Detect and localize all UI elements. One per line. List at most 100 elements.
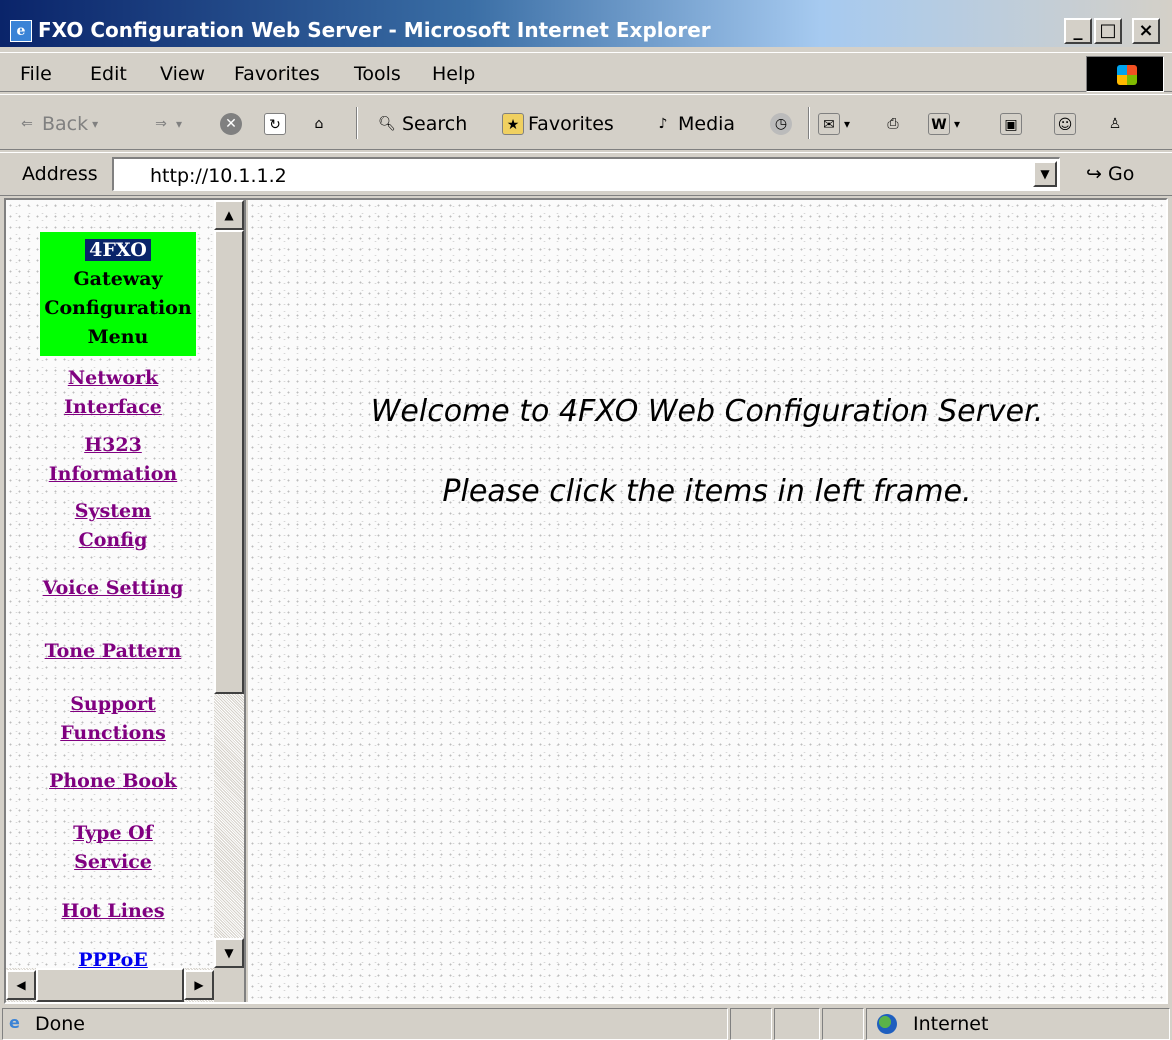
window-title: FXO Configuration Web Server - Microsoft… [38, 18, 711, 42]
status-text: Done [35, 1013, 85, 1035]
nav-link-label: Network [67, 367, 159, 389]
scrollbar-corner [214, 968, 244, 1002]
nav-link-label: H323 [84, 434, 142, 456]
user-icon: ♙ [1108, 116, 1122, 132]
address-bar: Address http://10.1.1.2 ▼ ↪ Go [0, 152, 1172, 196]
stop-icon: ✕ [220, 113, 242, 135]
status-pane [774, 1008, 820, 1040]
nav-system-config[interactable]: System Config [6, 497, 220, 555]
address-dropdown-button[interactable]: ▼ [1033, 161, 1057, 187]
go-label: Go [1107, 163, 1135, 185]
title-bar[interactable]: e FXO Configuration Web Server - Microso… [0, 0, 1172, 48]
mail-button[interactable]: ✉ ▾ [818, 111, 850, 137]
menu-header: 4FXO Gateway Configuration Menu [40, 232, 196, 356]
zone-label: Internet [913, 1013, 989, 1035]
search-label: Search [402, 113, 468, 135]
print-button[interactable]: ⎙ [882, 111, 904, 137]
favorites-folder-icon: ★ [502, 113, 524, 135]
nav-tone-pattern[interactable]: Tone Pattern [6, 637, 220, 666]
edit-button[interactable]: W ▾ [928, 111, 960, 137]
main-frame: Welcome to 4FXO Web Configuration Server… [248, 200, 1166, 1002]
left-frame-horizontal-scrollbar[interactable]: ◀ ▶ [6, 968, 214, 1002]
nav-voice-setting[interactable]: Voice Setting [6, 574, 220, 603]
nav-link-label: Support [70, 693, 156, 715]
back-button[interactable]: ⇐ Back ▾ [16, 111, 98, 137]
left-frame-vertical-scrollbar[interactable]: ▲ ▼ [214, 200, 244, 968]
menu-bar: File Edit View Favorites Tools Help [0, 52, 1172, 92]
mail-dropdown-icon: ▾ [844, 117, 851, 131]
nav-h323-information[interactable]: H323 Information [6, 431, 220, 489]
refresh-button[interactable]: ↻ [264, 111, 286, 137]
security-zone-pane: Internet [866, 1008, 1170, 1040]
forward-button[interactable]: ⇒ ▾ [150, 111, 182, 137]
menu-favorites[interactable]: Favorites [234, 63, 320, 85]
status-text-pane: e Done [2, 1008, 728, 1040]
nav-support-functions[interactable]: Support Functions [6, 690, 220, 748]
nav-hot-lines[interactable]: Hot Lines [6, 897, 220, 926]
discuss-icon: ▣ [1000, 113, 1022, 135]
home-button[interactable]: ⌂ [308, 111, 330, 137]
nav-link-label: Voice Setting [42, 577, 184, 599]
welcome-heading: Welcome to 4FXO Web Configuration Server… [370, 394, 1044, 429]
status-pane [730, 1008, 772, 1040]
address-input[interactable]: http://10.1.1.2 ▼ [112, 157, 1060, 191]
back-dropdown-icon: ▾ [92, 117, 99, 131]
favorites-label: Favorites [528, 113, 614, 135]
scroll-left-button[interactable]: ◀ [6, 970, 36, 1000]
go-arrow-icon: ↪ [1086, 163, 1102, 185]
nav-network-interface[interactable]: Network Interface [6, 364, 220, 422]
windows-logo-icon [1086, 56, 1164, 92]
home-icon: ⌂ [314, 116, 324, 132]
back-label: Back [42, 113, 89, 135]
nav-link-label: Hot Lines [61, 900, 165, 922]
scroll-down-button[interactable]: ▼ [214, 938, 244, 968]
back-arrow-icon: ⇐ [21, 116, 33, 132]
edit-dropdown-icon: ▾ [954, 117, 961, 131]
status-pane [822, 1008, 864, 1040]
discuss-button[interactable]: ▣ [1000, 111, 1022, 137]
media-label: Media [678, 113, 736, 135]
search-button[interactable]: 🔍︎ Search [376, 111, 467, 137]
content-frames: 4FXO Gateway Configuration Menu Network … [4, 198, 1168, 1004]
refresh-icon: ↻ [264, 113, 286, 135]
scroll-up-button[interactable]: ▲ [214, 200, 244, 230]
nav-link-label: Interface [64, 396, 162, 418]
nav-link-label: Phone Book [49, 770, 177, 792]
stop-button[interactable]: ✕ [220, 111, 242, 137]
maximize-button[interactable]: □ [1094, 18, 1122, 44]
menu-header-line: Gateway [73, 268, 163, 290]
minimize-button[interactable]: _ [1064, 18, 1092, 44]
nav-phone-book[interactable]: Phone Book [6, 767, 220, 796]
menu-file[interactable]: File [20, 63, 52, 85]
status-bar: e Done Internet [0, 1006, 1172, 1040]
nav-type-of-service[interactable]: Type Of Service [6, 819, 220, 877]
menu-view[interactable]: View [160, 63, 205, 85]
close-button[interactable]: × [1132, 18, 1160, 44]
nav-link-label: Type Of [73, 822, 153, 844]
menu-edit[interactable]: Edit [90, 63, 127, 85]
left-frame[interactable]: 4FXO Gateway Configuration Menu Network … [6, 200, 246, 1002]
search-icon: 🔍︎ [378, 116, 396, 132]
messenger-button[interactable]: ☺ [1054, 111, 1076, 137]
standard-toolbar: ⇐ Back ▾ ⇒ ▾ ✕ ↻ ⌂ 🔍︎ Search ★ Favorites… [0, 94, 1172, 150]
address-label: Address [22, 163, 98, 185]
menu-header-line: Menu [87, 326, 149, 348]
nav-link-label: Tone Pattern [44, 640, 182, 662]
messenger-icon: ☺ [1054, 113, 1076, 135]
menu-help[interactable]: Help [432, 63, 475, 85]
nav-link-label: Config [78, 529, 148, 551]
toolbar-separator [356, 107, 358, 139]
forward-arrow-icon: ⇒ [155, 116, 167, 132]
media-icon: ♪ [658, 116, 668, 132]
horizontal-scroll-thumb[interactable] [36, 968, 184, 1002]
media-button[interactable]: ♪ Media [652, 111, 736, 137]
go-button[interactable]: ↪ Go [1086, 163, 1134, 185]
user-button[interactable]: ♙ [1104, 111, 1126, 137]
address-value[interactable]: http://10.1.1.2 [150, 165, 287, 187]
vertical-scroll-thumb[interactable] [214, 230, 244, 694]
menu-tools[interactable]: Tools [354, 63, 401, 85]
history-button[interactable]: ◷ [770, 111, 792, 137]
toolbar-separator [808, 107, 810, 139]
favorites-button[interactable]: ★ Favorites [502, 111, 614, 137]
scroll-right-button[interactable]: ▶ [184, 970, 214, 1000]
